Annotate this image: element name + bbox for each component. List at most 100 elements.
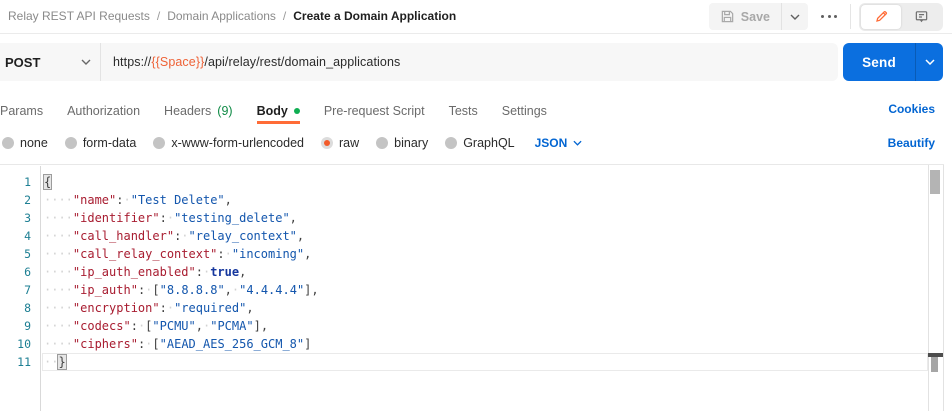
breadcrumb-collection[interactable]: Relay REST API Requests bbox=[8, 9, 150, 23]
comment-mode-button[interactable] bbox=[901, 5, 941, 29]
method-label: POST bbox=[0, 55, 40, 70]
code-line: ····"call_handler":·"relay_context", bbox=[44, 227, 319, 245]
body-mode-binary[interactable]: binary bbox=[376, 136, 428, 150]
json-string: "Test Delete" bbox=[131, 193, 225, 207]
comment-icon bbox=[914, 9, 929, 24]
whitespace-dots: ···· bbox=[44, 247, 73, 261]
send-options-button[interactable] bbox=[916, 43, 943, 81]
body-editor[interactable]: 1234567891011 {····"name":·"Test Delete"… bbox=[0, 164, 944, 411]
json-punctuation: [ bbox=[152, 283, 159, 297]
radio-selected-icon bbox=[321, 137, 333, 149]
whitespace-dots: ···· bbox=[44, 193, 73, 207]
body-mode-label: x-www-form-urlencoded bbox=[171, 136, 304, 150]
tab-label: Params bbox=[0, 104, 43, 118]
json-punctuation: : bbox=[160, 301, 167, 315]
breadcrumb-separator: / bbox=[157, 9, 160, 23]
editor-gutter: 1234567891011 bbox=[0, 173, 31, 371]
line-number: 10 bbox=[0, 335, 31, 353]
tab-params[interactable]: Params bbox=[0, 95, 43, 124]
json-string: "testing_delete" bbox=[174, 211, 290, 225]
chevron-down-icon bbox=[925, 59, 935, 65]
send-button-group: Send bbox=[843, 43, 943, 81]
scrollbar-track bbox=[928, 165, 929, 411]
chevron-down-icon bbox=[573, 140, 582, 146]
scrollbar-corner-thumb[interactable] bbox=[931, 357, 938, 372]
whitespace-dots: · bbox=[225, 247, 232, 261]
tab-authorization[interactable]: Authorization bbox=[67, 95, 140, 124]
cookies-link[interactable]: Cookies bbox=[888, 95, 935, 122]
json-string: "PCMA" bbox=[210, 319, 253, 333]
more-ellipsis-icon bbox=[821, 15, 824, 18]
json-punctuation: : bbox=[160, 211, 167, 225]
json-string: "AEAD_AES_256_GCM_8" bbox=[160, 337, 305, 351]
tab-headers[interactable]: Headers (9) bbox=[164, 95, 233, 124]
breadcrumb-separator: / bbox=[283, 9, 286, 23]
tab-tests[interactable]: Tests bbox=[449, 95, 478, 124]
line-number: 3 bbox=[0, 209, 31, 227]
json-key: "encryption" bbox=[73, 301, 160, 315]
whitespace-dots: ···· bbox=[44, 229, 73, 243]
language-select-value: JSON bbox=[535, 136, 568, 150]
body-mode-label: binary bbox=[394, 136, 428, 150]
save-button[interactable]: Save bbox=[709, 3, 781, 30]
url-variable: {{Space}} bbox=[151, 55, 204, 69]
code-line: ··} bbox=[44, 353, 319, 371]
json-punctuation: : bbox=[116, 193, 123, 207]
body-mode-x-www-form-urlencoded[interactable]: x-www-form-urlencoded bbox=[153, 136, 304, 150]
scrollbar-thumb[interactable] bbox=[930, 170, 940, 194]
json-punctuation: , bbox=[239, 265, 246, 279]
more-actions-button[interactable] bbox=[819, 7, 839, 27]
code-line: ····"encryption":·"required", bbox=[44, 299, 319, 317]
chevron-down-icon bbox=[81, 59, 91, 65]
editor-right-border bbox=[943, 165, 944, 411]
method-select[interactable]: POST bbox=[0, 43, 101, 81]
body-mode-row: none form-data x-www-form-urlencoded raw… bbox=[2, 132, 582, 153]
url-path: /api/relay/rest/domain_applications bbox=[204, 55, 400, 69]
tab-pre-request-script[interactable]: Pre-request Script bbox=[324, 95, 425, 124]
body-mode-label: raw bbox=[339, 136, 359, 150]
code-line: ····"ciphers":·["AEAD_AES_256_GCM_8"] bbox=[44, 335, 319, 353]
url-prefix: https:// bbox=[113, 55, 151, 69]
breadcrumb-folder[interactable]: Domain Applications bbox=[167, 9, 276, 23]
code-line: ····"ip_auth_enabled":·true, bbox=[44, 263, 319, 281]
send-button[interactable]: Send bbox=[843, 43, 915, 81]
body-mode-form-data[interactable]: form-data bbox=[65, 136, 137, 150]
json-boolean: true bbox=[210, 265, 239, 279]
more-ellipsis-icon bbox=[834, 15, 837, 18]
breadcrumb-request-name[interactable]: Create a Domain Application bbox=[293, 9, 456, 23]
tab-label: Pre-request Script bbox=[324, 104, 425, 118]
url-input[interactable]: https://{{Space}}/api/relay/rest/domain_… bbox=[101, 55, 400, 69]
body-mode-label: GraphQL bbox=[463, 136, 514, 150]
json-punctuation: ] bbox=[304, 337, 311, 351]
json-string: "PCMU" bbox=[152, 319, 195, 333]
json-punctuation: : bbox=[196, 265, 203, 279]
edit-mode-button[interactable] bbox=[861, 5, 901, 29]
code-line: ····"identifier":·"testing_delete", bbox=[44, 209, 319, 227]
json-punctuation: , bbox=[225, 283, 232, 297]
body-mode-none[interactable]: none bbox=[2, 136, 48, 150]
body-mode-graphql[interactable]: GraphQL bbox=[445, 136, 514, 150]
body-mode-raw[interactable]: raw bbox=[321, 136, 359, 150]
json-punctuation: , bbox=[225, 193, 232, 207]
line-number: 7 bbox=[0, 281, 31, 299]
chevron-down-icon bbox=[790, 14, 800, 20]
header: Relay REST API Requests / Domain Applica… bbox=[0, 0, 952, 34]
beautify-link[interactable]: Beautify bbox=[888, 132, 935, 153]
json-punctuation: : bbox=[131, 319, 138, 333]
json-punctuation: , bbox=[304, 247, 311, 261]
breadcrumb: Relay REST API Requests / Domain Applica… bbox=[8, 0, 456, 32]
line-number: 9 bbox=[0, 317, 31, 335]
save-options-button[interactable] bbox=[781, 3, 808, 30]
json-punctuation: ], bbox=[304, 283, 318, 297]
json-string: "8.8.8.8" bbox=[160, 283, 225, 297]
tab-label: Authorization bbox=[67, 104, 140, 118]
whitespace-dots: · bbox=[167, 301, 174, 315]
tab-settings[interactable]: Settings bbox=[502, 95, 547, 124]
request-tabs: Params Authorization Headers (9) Body Pr… bbox=[0, 95, 547, 124]
language-select[interactable]: JSON bbox=[535, 136, 583, 150]
body-modified-dot bbox=[294, 108, 300, 114]
tab-body[interactable]: Body bbox=[257, 95, 300, 124]
code-line: { bbox=[44, 173, 319, 191]
whitespace-dots: ···· bbox=[44, 301, 73, 315]
gutter-divider bbox=[40, 166, 41, 411]
